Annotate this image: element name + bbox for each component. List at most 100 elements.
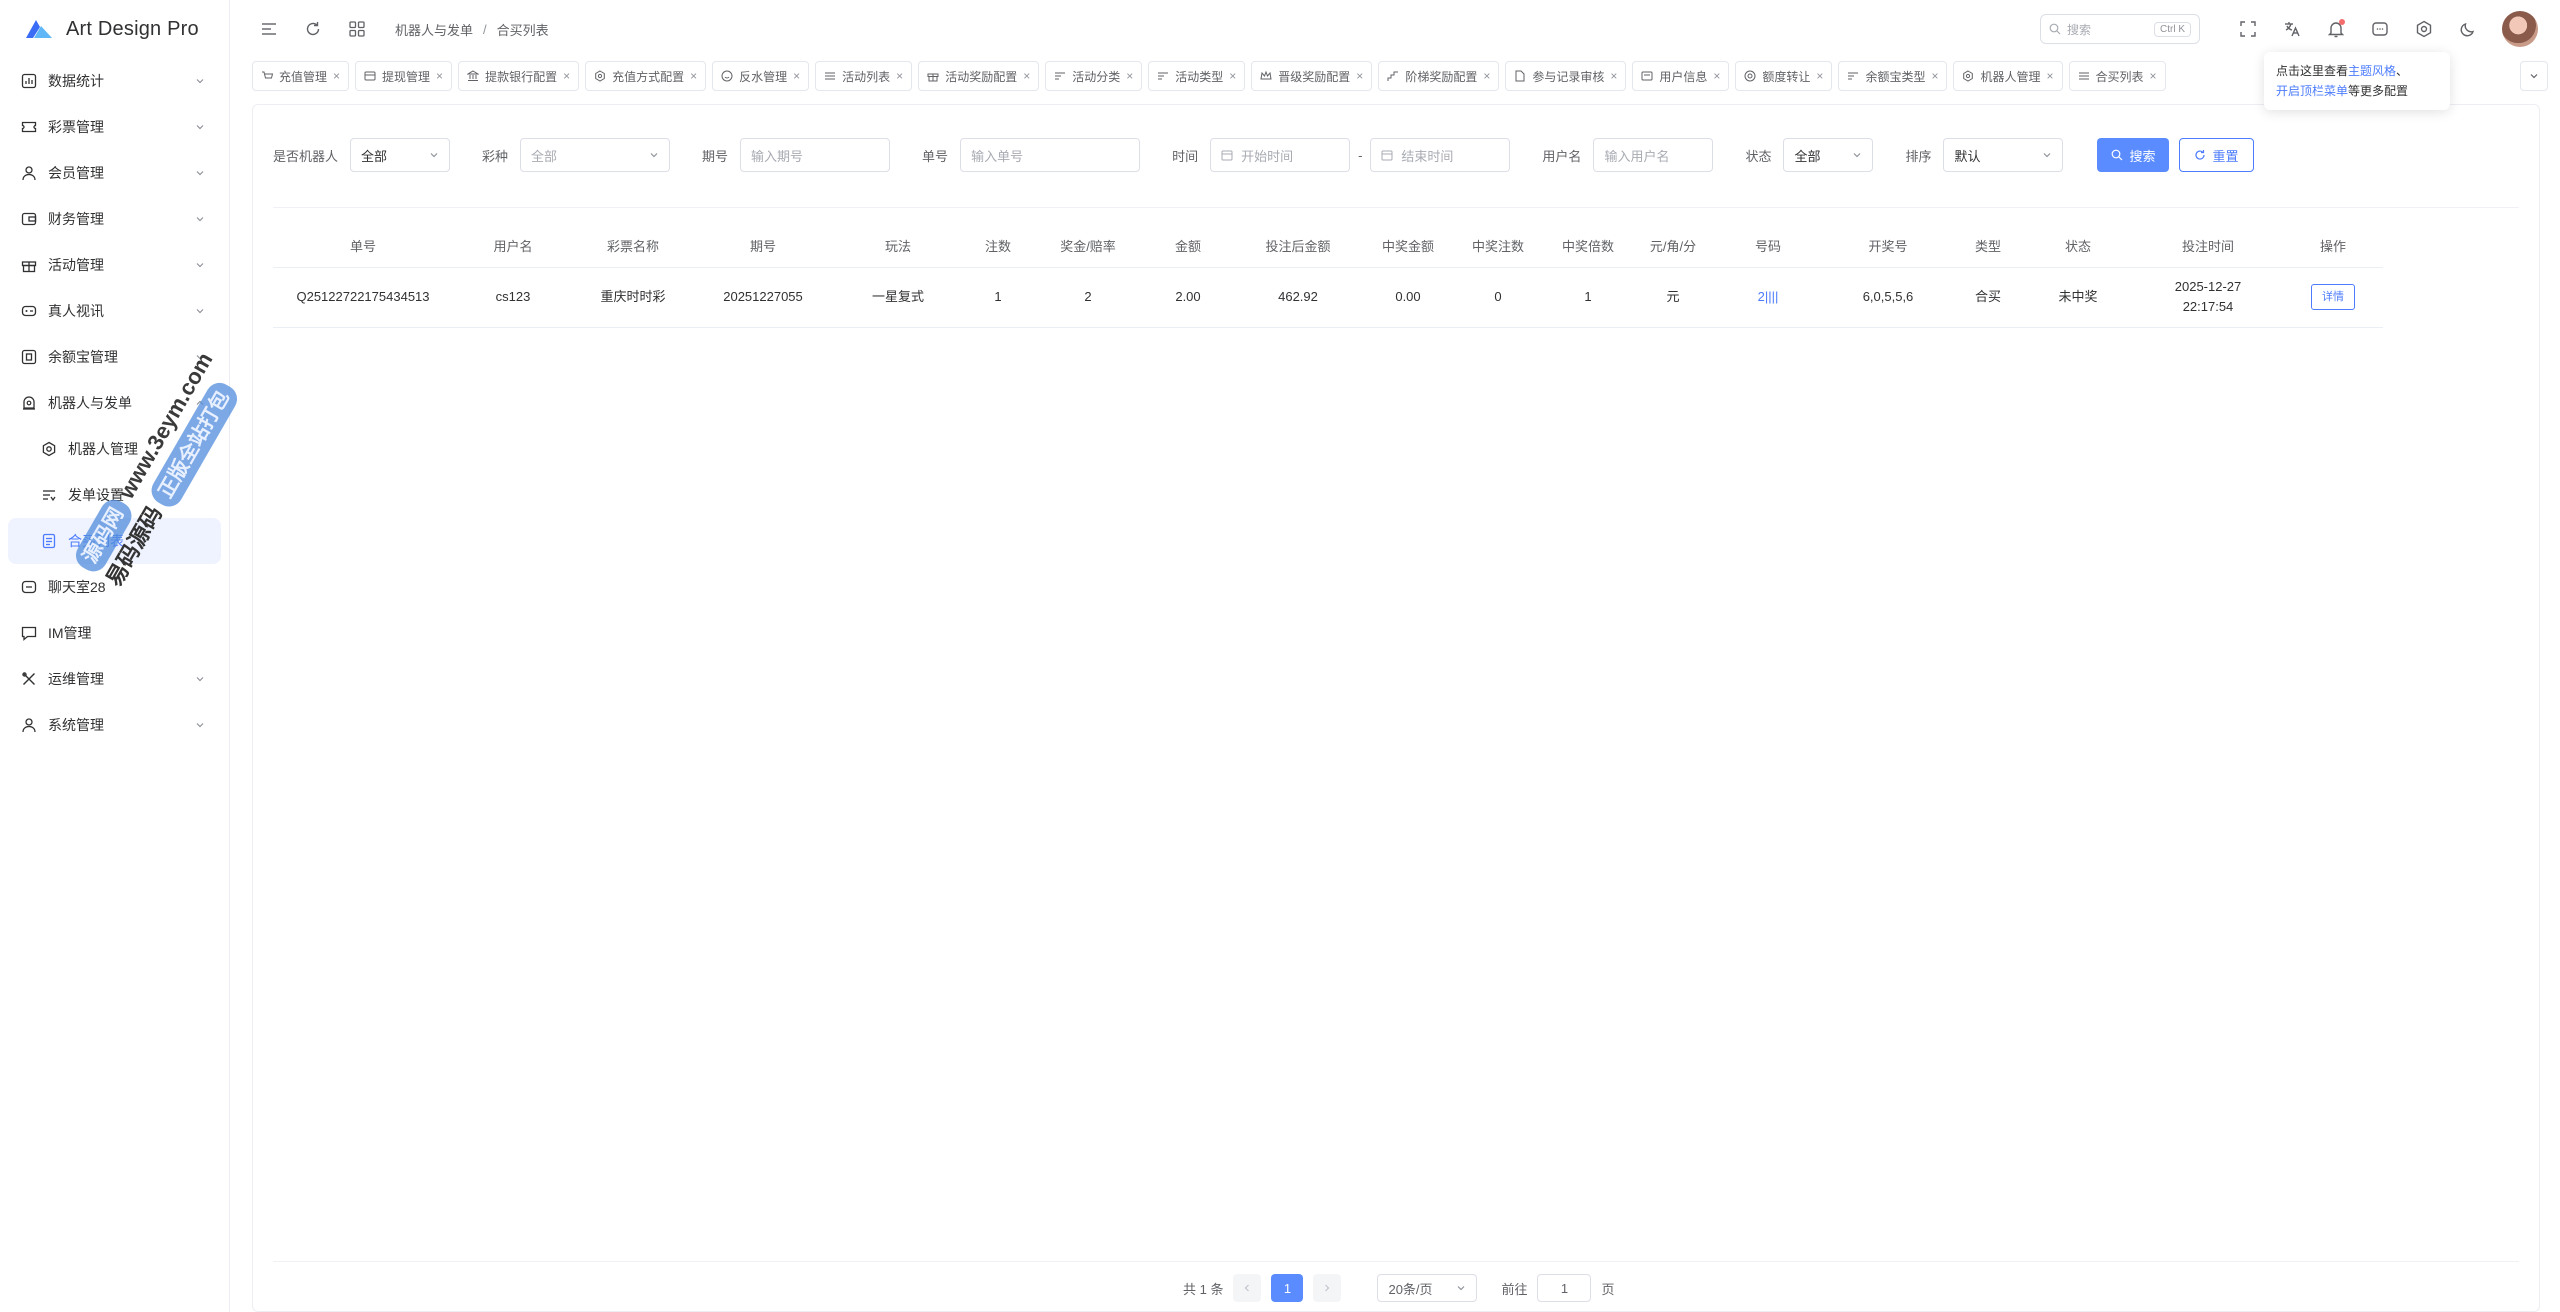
sidebar-item-robot-orders[interactable]: 机器人与发单 [0,380,229,426]
sidebar-item-chatroom28[interactable]: 聊天室28 [0,564,229,610]
tab-participation-review[interactable]: 参与记录审核 × [1505,61,1627,91]
dark-mode-button[interactable] [2450,11,2486,47]
close-icon[interactable]: × [1023,69,1030,83]
tab-robot-manage[interactable]: 机器人管理 × [1953,61,2063,91]
sidebar-item-im[interactable]: IM管理 [0,610,229,656]
reset-button[interactable]: 重置 [2179,138,2254,172]
sidebar-item-activities[interactable]: 活动管理 [0,242,229,288]
end-time-picker[interactable]: 结束时间 [1370,138,1511,172]
detail-button[interactable]: 详情 [2311,284,2355,310]
tabs-more-button[interactable] [2520,61,2548,91]
username-input[interactable]: 输入用户名 [1593,138,1714,172]
tab-rebate[interactable]: 反水管理 × [712,61,810,91]
start-time-picker[interactable]: 开始时间 [1210,138,1351,172]
settings-button[interactable] [2406,11,2442,47]
select-value: 全部 [531,148,558,164]
tab-withdraw[interactable]: 提现管理 × [355,61,453,91]
apps-button[interactable] [339,11,375,47]
sort-select[interactable]: 默认 [1943,138,2064,172]
tab-promotion-reward[interactable]: 晋级奖励配置 × [1251,61,1373,91]
close-icon[interactable]: × [1126,69,1133,83]
close-icon[interactable]: × [333,69,340,83]
is-robot-select[interactable]: 全部 [350,138,451,172]
tab-activity-category[interactable]: 活动分类 × [1045,61,1143,91]
refresh-button[interactable] [295,11,331,47]
theme-style-link[interactable]: 主题风格 [2348,64,2396,78]
tab-bank-config[interactable]: 提款银行配置 × [458,61,580,91]
close-icon[interactable]: × [563,69,570,83]
bet-date: 2025-12-27 [2174,279,2242,294]
gear-icon [595,70,605,82]
tab-recharge[interactable]: 充值管理 × [252,61,350,91]
breadcrumb-item-current: 合买列表 [496,22,549,38]
status-select[interactable]: 全部 [1783,138,1874,172]
user-avatar[interactable] [2502,11,2538,47]
sidebar-item-ops[interactable]: 运维管理 [0,656,229,702]
close-icon[interactable]: × [793,69,800,83]
menu-toggle-button[interactable] [251,11,287,47]
close-icon[interactable]: × [1483,69,1490,83]
sidebar-item-members[interactable]: 会员管理 [0,150,229,196]
fullscreen-button[interactable] [2230,11,2266,47]
sidebar-item-lottery[interactable]: 彩票管理 [0,104,229,150]
chat-button[interactable] [2362,11,2398,47]
top-menu-link[interactable]: 开启顶栏菜单 [2276,84,2348,98]
refresh-icon [2195,150,2206,160]
next-page-button[interactable] [1313,1274,1342,1302]
issue-input[interactable]: 输入期号 [740,138,891,172]
sidebar-item-order-settings[interactable]: 发单设置 [0,472,229,518]
close-icon[interactable]: × [896,69,903,83]
order-no-input[interactable]: 输入单号 [960,138,1141,172]
tab-group-buy-list[interactable]: 合买列表 × [2068,61,2166,91]
close-icon[interactable]: × [2150,69,2157,83]
close-icon[interactable]: × [690,69,697,83]
close-icon[interactable]: × [1816,69,1823,83]
language-button[interactable] [2274,11,2310,47]
tab-recharge-method[interactable]: 充值方式配置 × [585,61,707,91]
close-icon[interactable]: × [2046,69,2053,83]
close-icon[interactable]: × [1356,69,1363,83]
cell-numbers-link[interactable]: 2|||| [1713,267,1823,328]
breadcrumb: 机器人与发单 / 合买列表 [395,20,549,39]
lottery-select[interactable]: 全部 [520,138,671,172]
breadcrumb-item[interactable]: 机器人与发单 [395,20,473,39]
column-header: 用户名 [453,225,573,268]
tab-activity-list[interactable]: 活动列表 × [815,61,913,91]
sidebar-item-system[interactable]: 系统管理 [0,702,229,748]
logo[interactable]: Art Design Pro [0,0,229,58]
page-number-current[interactable]: 1 [1271,1274,1304,1302]
goto-page-input[interactable]: 1 [1537,1274,1592,1302]
close-icon[interactable]: × [1229,69,1236,83]
sidebar-item-finance[interactable]: 财务管理 [0,196,229,242]
sidebar-item-robot-manage[interactable]: 机器人管理 [0,426,229,472]
tab-user-info[interactable]: 用户信息 × [1632,61,1730,91]
prev-page-button[interactable] [1233,1274,1262,1302]
user-icon [20,164,38,182]
close-icon[interactable]: × [1931,69,1938,83]
table-row: Q25122722175434513 cs123 重庆时时彩 202512270… [273,267,2383,328]
notification-button[interactable] [2318,11,2354,47]
sidebar-item-live-video[interactable]: 真人视讯 [0,288,229,334]
page-size-select[interactable]: 20条/页 [1377,1274,1478,1302]
sidebar-item-group-buy-list[interactable]: 合买列表 [8,518,221,564]
chevron-down-icon [196,171,204,176]
bank-icon [467,70,480,81]
filter-label: 是否机器人 [273,148,339,164]
filter-bar: 是否机器人 全部 彩种 全部 期号 输入期号 单号 输入单号 时间 开始时间 -… [273,135,2519,175]
tab-activity-type[interactable]: 活动类型 × [1148,61,1246,91]
close-icon[interactable]: × [1610,69,1617,83]
sidebar-item-data-stats[interactable]: 数据统计 [0,58,229,104]
tab-tier-reward[interactable]: 阶梯奖励配置 × [1378,61,1500,91]
chevron-down-icon [430,153,438,158]
tab-quota-transfer[interactable]: 额度转让 × [1735,61,1833,91]
fullscreen-icon [2240,21,2256,37]
tab-activity-reward[interactable]: 活动奖励配置 × [918,61,1040,91]
close-icon[interactable]: × [436,69,443,83]
close-icon[interactable]: × [1713,69,1720,83]
translate-icon [2285,22,2300,37]
global-search-input[interactable]: 搜索 Ctrl K [2040,14,2200,44]
sidebar-item-yuebao[interactable]: 余额宝管理 [0,334,229,380]
sidebar-item-label: 活动管理 [48,257,104,273]
tab-yuebao-type[interactable]: 余额宝类型 × [1838,61,1948,91]
search-button[interactable]: 搜索 [2097,138,2170,172]
